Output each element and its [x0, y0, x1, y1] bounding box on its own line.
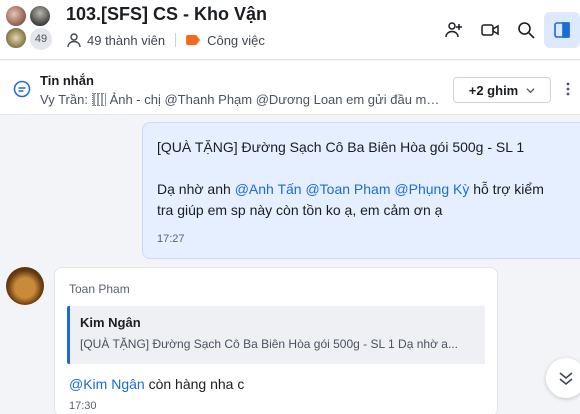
members-link[interactable]: 49 thành viên	[87, 33, 165, 48]
video-call-icon	[481, 24, 499, 36]
sender-avatar[interactable]	[6, 267, 44, 305]
double-chevron-down-icon	[559, 372, 573, 386]
scroll-to-bottom-button[interactable]	[546, 358, 580, 398]
more-pins-button[interactable]: +2 ghim	[453, 77, 551, 103]
pinned-messages-bar[interactable]: Tin nhắn Vy Trần: Ảnh - chị @Thanh Phạm …	[0, 61, 580, 115]
pinned-preview-text: Ảnh - chị @Thanh Phạm @Dương Loan em gửi…	[109, 92, 444, 107]
more-options-icon[interactable]	[560, 81, 576, 97]
reply-text: @Kim Ngân còn hàng nha c	[69, 376, 485, 392]
conversation-title: 103.[SFS] CS - Kho Vận	[66, 4, 268, 24]
conversation-meta: 49 thành viên Công việc	[66, 32, 265, 48]
message-text: hỗ trợ kiểm	[469, 181, 544, 197]
message-time: 17:27	[157, 233, 185, 245]
mention-link[interactable]: @Phụng Kỳ	[394, 181, 469, 197]
chat-header: 49 103.[SFS] CS - Kho Vận 49 thành viên …	[0, 0, 580, 60]
member-count-badge: 49	[28, 26, 54, 52]
mention-link[interactable]: @Anh Tấn	[235, 181, 302, 197]
quote-text: [QUÀ TẶNG] Đường Sạch Cô Ba Biên Hòa gói…	[80, 337, 458, 351]
pinned-preview-author: Vy Trần:	[40, 92, 88, 107]
chevron-down-icon	[526, 87, 535, 93]
member-avatar	[4, 26, 28, 50]
message-line: Dạ nhờ anh @Anh Tấn @Toan Pham @Phụng Kỳ…	[157, 179, 566, 200]
message-text: Dạ nhờ anh	[157, 181, 235, 197]
category-label[interactable]: Công việc	[207, 33, 265, 48]
add-member-button[interactable]	[436, 12, 472, 48]
my-message-bubble[interactable]: [QUÀ TẶNG] Đường Sạch Cô Ba Biên Hòa gói…	[142, 122, 580, 259]
more-pins-label: +2 ghim	[468, 82, 519, 98]
mention-link[interactable]: @Toan Pham	[305, 181, 390, 197]
quoted-message[interactable]: Kim Ngân [QUÀ TẶNG] Đường Sạch Cô Ba Biê…	[67, 306, 485, 364]
pinned-title: Tin nhắn	[40, 73, 94, 88]
pinned-preview: Vy Trần: Ảnh - chị @Thanh Phạm @Dương Lo…	[40, 92, 444, 107]
group-avatar[interactable]: 49	[4, 4, 56, 52]
mention-link[interactable]: @Kim Ngân	[69, 376, 145, 392]
sidebar-toggle-icon	[554, 22, 570, 38]
search-icon	[518, 22, 535, 39]
category-tag-icon	[186, 35, 201, 45]
message-line: [QUÀ TẶNG] Đường Sạch Cô Ba Biên Hòa gói…	[157, 139, 525, 155]
quote-author: Kim Ngân	[80, 315, 141, 330]
message-line: tra giúp em sp này còn tồn ko ạ, em cảm …	[157, 202, 443, 218]
image-thumbnail-icon	[91, 93, 106, 106]
member-avatar	[4, 4, 28, 28]
person-icon	[67, 33, 81, 48]
sidebar-toggle-button[interactable]	[544, 12, 580, 48]
message-text: còn hàng nha c	[144, 376, 245, 392]
sender-name[interactable]: Toan Pham	[69, 282, 485, 296]
reply-message-bubble[interactable]: Toan Pham Kim Ngân [QUÀ TẶNG] Đường Sạch…	[54, 267, 498, 414]
video-call-button[interactable]	[472, 12, 508, 48]
add-member-icon	[445, 22, 462, 38]
message-time: 17:30	[69, 400, 97, 412]
message-bubble-icon	[13, 80, 31, 98]
divider	[175, 33, 177, 47]
search-button[interactable]	[508, 12, 544, 48]
member-avatar	[28, 4, 52, 28]
